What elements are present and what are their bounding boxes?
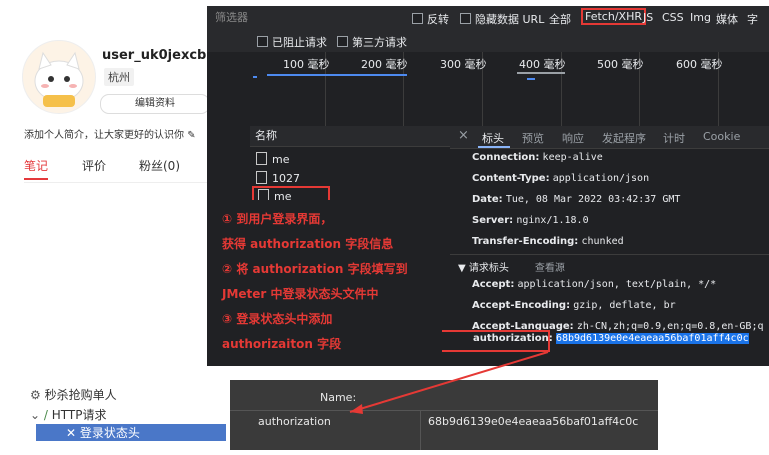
arrow-head (350, 404, 363, 414)
arrow-line (349, 351, 549, 413)
annotation-arrows (349, 351, 549, 414)
